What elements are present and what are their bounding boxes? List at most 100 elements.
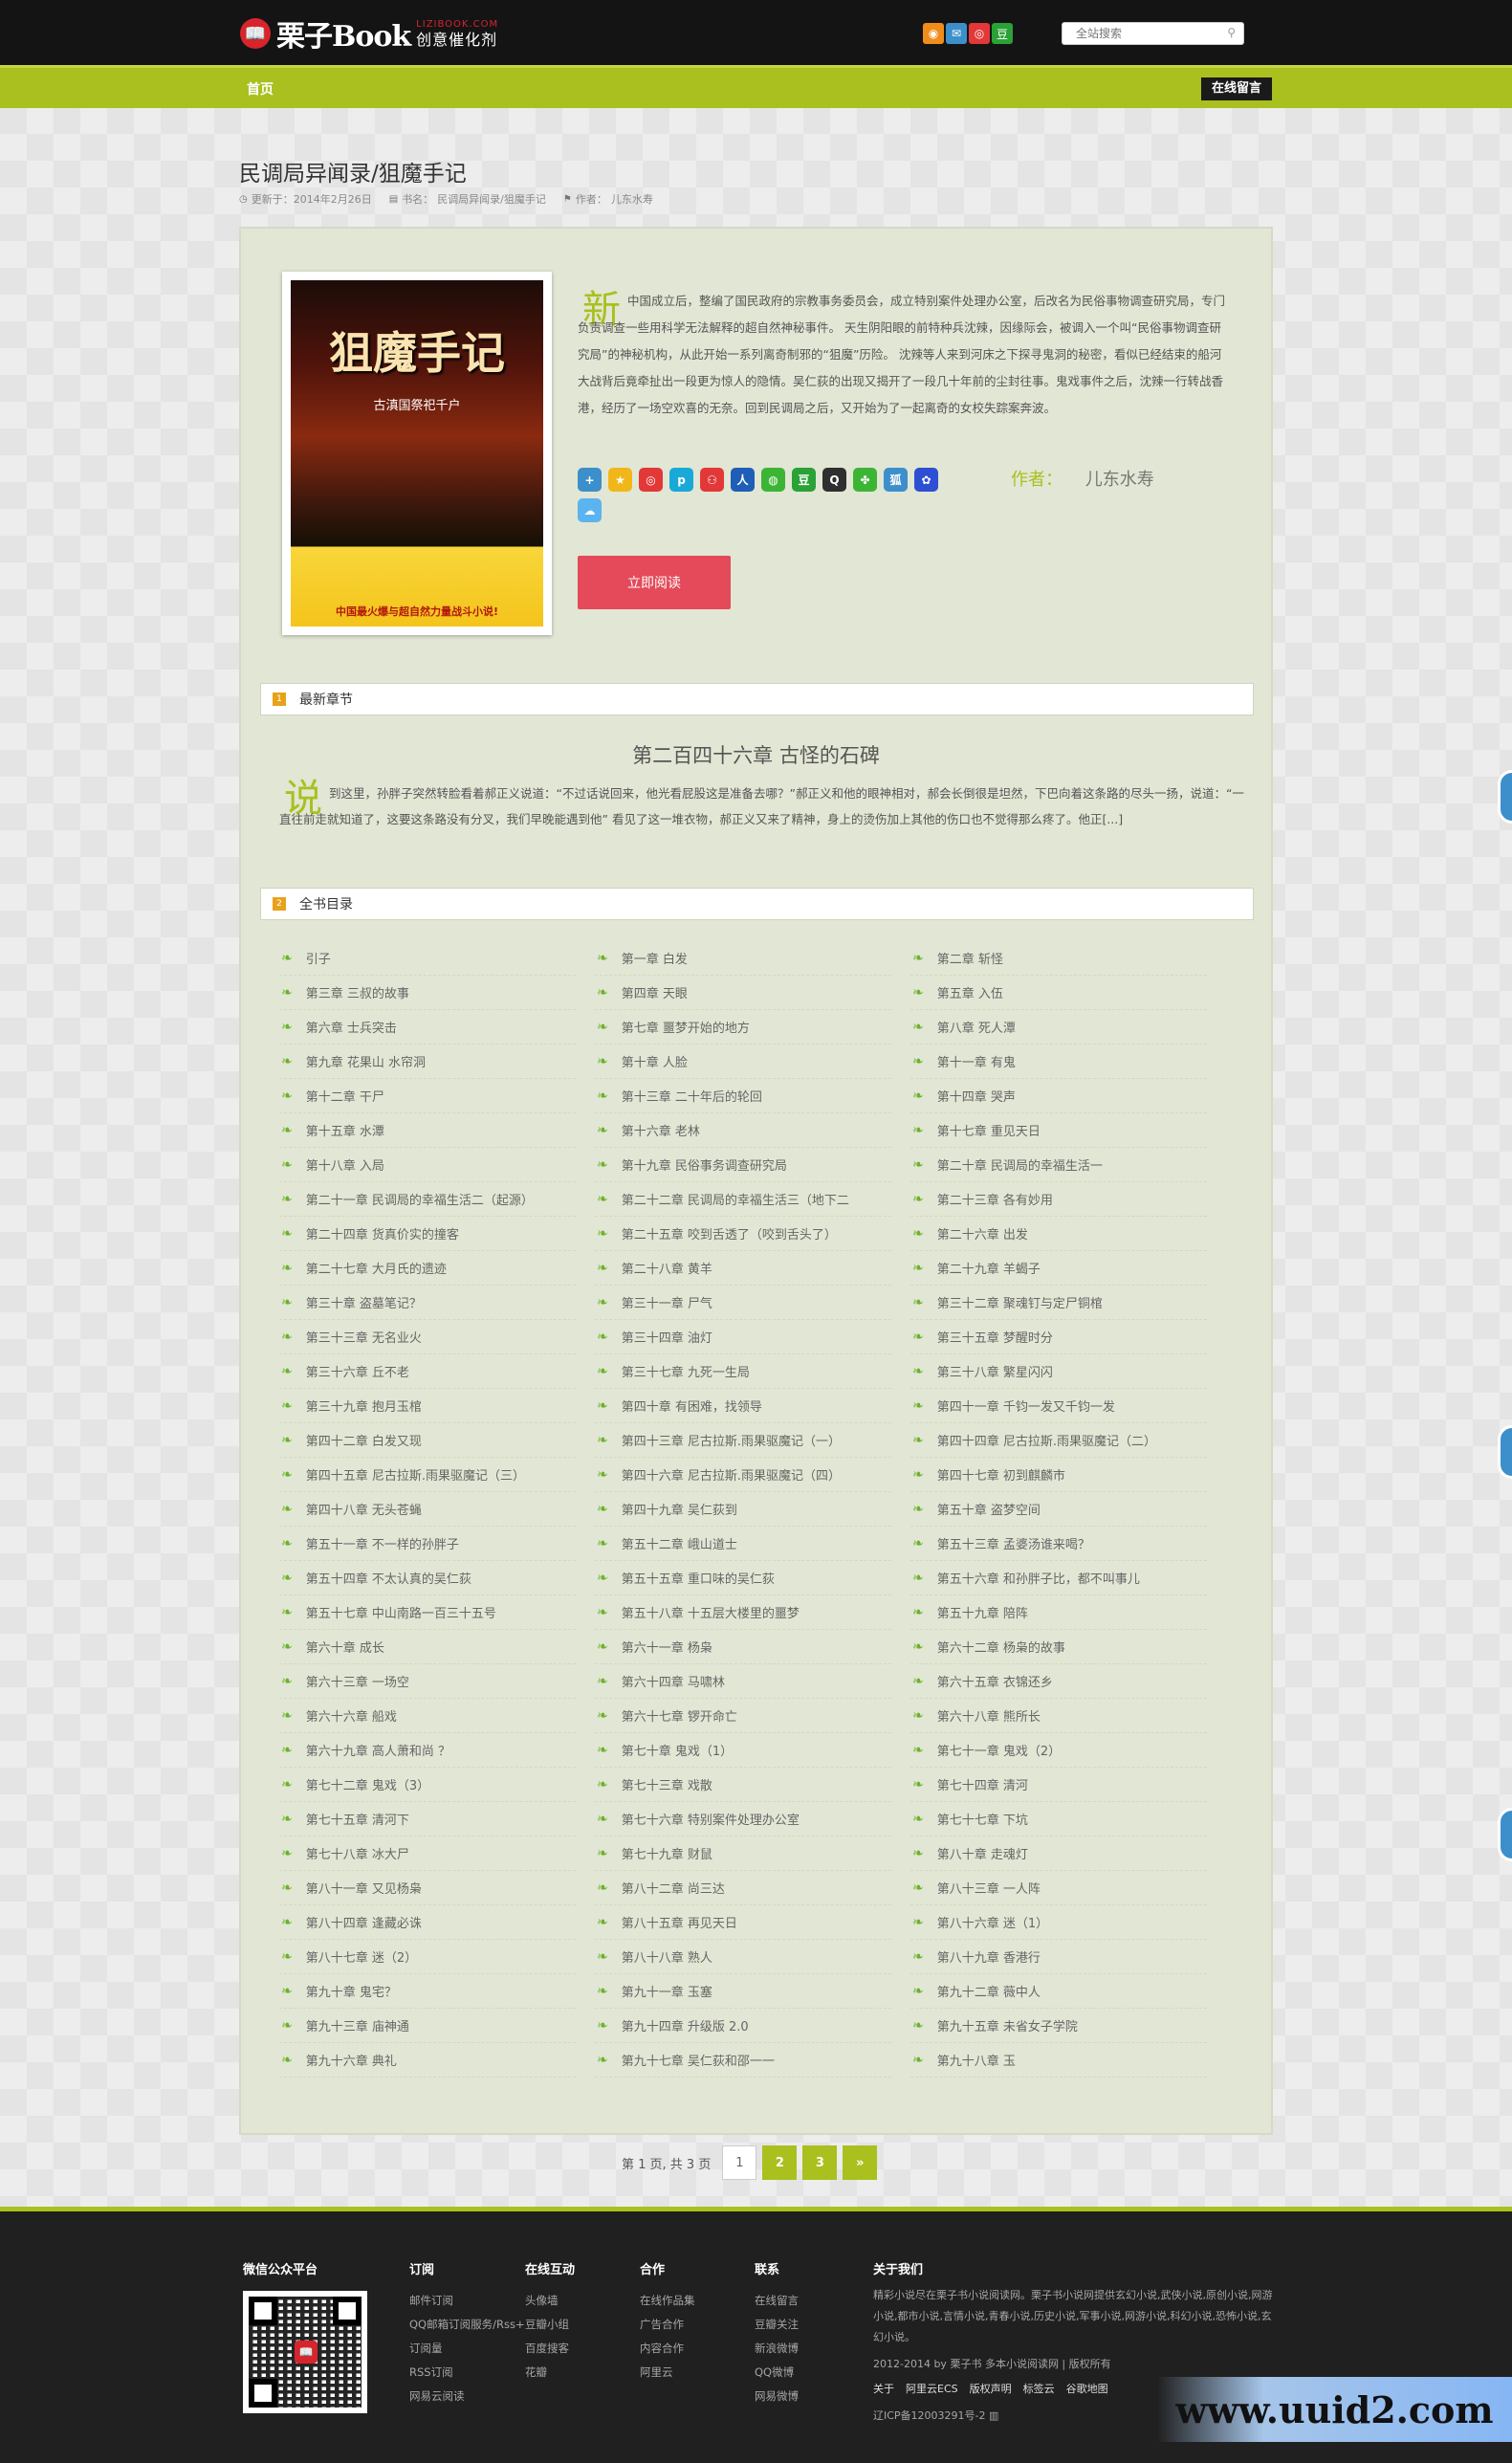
chapter-item[interactable]: ❧ 第四十八章 无头苍蝇 bbox=[279, 1492, 576, 1527]
footer-link[interactable]: 豆瓣关注 bbox=[755, 2313, 799, 2337]
chapter-item[interactable]: ❧ 第九十五章 未省女子学院 bbox=[910, 2009, 1207, 2043]
chapter-item[interactable]: ❧ 第八十八章 熟人 bbox=[595, 1940, 891, 1974]
share-plus-icon[interactable]: + bbox=[578, 468, 602, 492]
chapter-item[interactable]: ❧ 第五十七章 中山南路一百三十五号 bbox=[279, 1595, 576, 1630]
chapter-item[interactable]: ❧ 引子 bbox=[279, 941, 576, 976]
meta-author-link[interactable]: 儿东水寿 bbox=[611, 191, 653, 207]
chapter-item[interactable]: ❧ 第三十四章 油灯 bbox=[595, 1320, 891, 1354]
chapter-item[interactable]: ❧ 第六十二章 杨枭的故事 bbox=[910, 1630, 1207, 1664]
chapter-item[interactable]: ❧ 第三十八章 繁星闪闪 bbox=[910, 1354, 1207, 1389]
chapter-item[interactable]: ❧ 第九十六章 典礼 bbox=[279, 2043, 576, 2078]
chapter-item[interactable]: ❧ 第二十二章 民调局的幸福生活三（地下二 bbox=[595, 1182, 891, 1217]
chapter-item[interactable]: ❧ 第三十五章 梦醒时分 bbox=[910, 1320, 1207, 1354]
chapter-item[interactable]: ❧ 第五十九章 陪阵 bbox=[910, 1595, 1207, 1630]
chapter-item[interactable]: ❧ 第二十一章 民调局的幸福生活二（起源） bbox=[279, 1182, 576, 1217]
chapter-item[interactable]: ❧ 第三十二章 聚魂钉与定尸铜棺 bbox=[910, 1286, 1207, 1320]
chapter-item[interactable]: ❧ 第六章 士兵突击 bbox=[279, 1010, 576, 1045]
chapter-item[interactable]: ❧ 第七十四章 清河 bbox=[910, 1768, 1207, 1802]
search-input[interactable] bbox=[1063, 23, 1216, 44]
kaixin-icon[interactable]: ✤ bbox=[853, 468, 877, 492]
chapter-item[interactable]: ❧ 第五十二章 峨山道士 bbox=[595, 1527, 891, 1561]
renren-icon[interactable]: ⚇ bbox=[700, 468, 724, 492]
side-float-tab[interactable] bbox=[1498, 1425, 1512, 1479]
footer-bottom-link[interactable]: 关于 bbox=[873, 2381, 894, 2396]
latest-chapter-title[interactable]: 第二百四十六章 古怪的石碑 bbox=[241, 740, 1271, 769]
sohu-icon[interactable]: 狐 bbox=[884, 468, 908, 492]
footer-link[interactable]: 阿里云 bbox=[640, 2361, 695, 2385]
side-float-tab[interactable] bbox=[1498, 770, 1512, 824]
chapter-item[interactable]: ❧ 第五十三章 孟婆汤谁来喝？ bbox=[910, 1527, 1207, 1561]
chapter-item[interactable]: ❧ 第二十五章 咬到舌透了（咬到舌头了） bbox=[595, 1217, 891, 1251]
chapter-item[interactable]: ❧ 第四十章 有困难，找领导 bbox=[595, 1389, 891, 1423]
rss-icon[interactable]: ◉ bbox=[923, 23, 944, 44]
chapter-item[interactable]: ❧ 第八十章 走魂灯 bbox=[910, 1836, 1207, 1871]
chapter-item[interactable]: ❧ 第八十六章 迷（1） bbox=[910, 1905, 1207, 1940]
nav-home-link[interactable]: 首页 bbox=[247, 79, 274, 99]
chapter-item[interactable]: ❧ 第二十三章 各有妙用 bbox=[910, 1182, 1207, 1217]
footer-link[interactable]: QQ微博 bbox=[755, 2361, 799, 2385]
douban-share-icon[interactable]: 豆 bbox=[792, 468, 816, 492]
chapter-item[interactable]: ❧ 第二十章 民调局的幸福生活一 bbox=[910, 1148, 1207, 1182]
chapter-item[interactable]: ❧ 第七章 噩梦开始的地方 bbox=[595, 1010, 891, 1045]
chapter-item[interactable]: ❧ 第七十八章 冰大尸 bbox=[279, 1836, 576, 1871]
footer-link[interactable]: 在线作品集 bbox=[640, 2289, 695, 2313]
footer-link[interactable]: 在线留言 bbox=[755, 2289, 799, 2313]
people-icon[interactable]: 人 bbox=[731, 468, 755, 492]
douban-icon[interactable]: 豆 bbox=[992, 23, 1013, 44]
page-current[interactable]: 1 bbox=[722, 2145, 757, 2180]
qq-icon[interactable]: Q bbox=[822, 468, 846, 492]
chapter-item[interactable]: ❧ 第十六章 老林 bbox=[595, 1113, 891, 1148]
chapter-item[interactable]: ❧ 第十五章 水潭 bbox=[279, 1113, 576, 1148]
chapter-item[interactable]: ❧ 第七十五章 清河下 bbox=[279, 1802, 576, 1836]
footer-link[interactable]: 花瓣 bbox=[525, 2361, 575, 2385]
chapter-item[interactable]: ❧ 第八十五章 再见天日 bbox=[595, 1905, 891, 1940]
chapter-item[interactable]: ❧ 第八十二章 尚三达 bbox=[595, 1871, 891, 1905]
page-next-button[interactable]: » bbox=[843, 2145, 878, 2180]
chapter-item[interactable]: ❧ 第八十九章 香港行 bbox=[910, 1940, 1207, 1974]
chapter-item[interactable]: ❧ 第七十一章 鬼戏（2） bbox=[910, 1733, 1207, 1768]
chapter-item[interactable]: ❧ 第八十三章 一人阵 bbox=[910, 1871, 1207, 1905]
side-float-tab[interactable] bbox=[1498, 1808, 1512, 1861]
chapter-item[interactable]: ❧ 第七十二章 鬼戏（3） bbox=[279, 1768, 576, 1802]
chapter-item[interactable]: ❧ 第一章 白发 bbox=[595, 941, 891, 976]
chapter-item[interactable]: ❧ 第二十四章 货真价实的撞客 bbox=[279, 1217, 576, 1251]
footer-link[interactable]: 头像墙 bbox=[525, 2289, 575, 2313]
chapter-item[interactable]: ❧ 第二十七章 大月氏的遗迹 bbox=[279, 1251, 576, 1286]
chapter-item[interactable]: ❧ 第十章 人脸 bbox=[595, 1045, 891, 1079]
chapter-item[interactable]: ❧ 第九十三章 庙神通 bbox=[279, 2009, 576, 2043]
weibo-icon[interactable]: ◎ bbox=[969, 23, 990, 44]
chapter-item[interactable]: ❧ 第五十一章 不一样的孙胖子 bbox=[279, 1527, 576, 1561]
chapter-item[interactable]: ❧ 第十二章 干尸 bbox=[279, 1079, 576, 1113]
chapter-item[interactable]: ❧ 第二十九章 羊蝎子 bbox=[910, 1251, 1207, 1286]
chapter-item[interactable]: ❧ 第八十一章 又见杨枭 bbox=[279, 1871, 576, 1905]
footer-link[interactable]: 新浪微博 bbox=[755, 2337, 799, 2361]
chapter-item[interactable]: ❧ 第七十六章 特别案件处理办公室 bbox=[595, 1802, 891, 1836]
chapter-item[interactable]: ❧ 第七十九章 财鼠 bbox=[595, 1836, 891, 1871]
chapter-item[interactable]: ❧ 第四十三章 尼古拉斯.雨果驱魔记（一） bbox=[595, 1423, 891, 1458]
chapter-item[interactable]: ❧ 第六十五章 衣锦还乡 bbox=[910, 1664, 1207, 1699]
stats-icon[interactable]: ▥ bbox=[989, 2409, 998, 2422]
chapter-item[interactable]: ❧ 第二十八章 黄羊 bbox=[595, 1251, 891, 1286]
footer-bottom-link[interactable]: 标签云 bbox=[1023, 2381, 1055, 2396]
chapter-item[interactable]: ❧ 第五十八章 十五层大楼里的噩梦 bbox=[595, 1595, 891, 1630]
chapter-item[interactable]: ❧ 第九十二章 薇中人 bbox=[910, 1974, 1207, 2009]
qzone-icon[interactable]: ★ bbox=[608, 468, 632, 492]
chapter-item[interactable]: ❧ 第六十七章 锣开命亡 bbox=[595, 1699, 891, 1733]
chapter-item[interactable]: ❧ 第三十三章 无名业火 bbox=[279, 1320, 576, 1354]
chapter-item[interactable]: ❧ 第八十七章 迷（2） bbox=[279, 1940, 576, 1974]
chapter-item[interactable]: ❧ 第五十四章 不太认真的吴仁荻 bbox=[279, 1561, 576, 1595]
weibo-share-icon[interactable]: ◎ bbox=[639, 468, 663, 492]
chapter-item[interactable]: ❧ 第四章 天眼 bbox=[595, 976, 891, 1010]
chapter-item[interactable]: ❧ 第四十四章 尼古拉斯.雨果驱魔记（二） bbox=[910, 1423, 1207, 1458]
footer-link[interactable]: 豆瓣小组 bbox=[525, 2313, 575, 2337]
footer-bottom-link[interactable]: 谷歌地图 bbox=[1066, 2381, 1108, 2396]
footer-link[interactable]: 邮件订阅 bbox=[409, 2289, 525, 2313]
footer-link[interactable]: 内容合作 bbox=[640, 2337, 695, 2361]
tencent-weibo-icon[interactable]: p bbox=[669, 468, 693, 492]
chapter-item[interactable]: ❧ 第九章 花果山 水帘洞 bbox=[279, 1045, 576, 1079]
chapter-item[interactable]: ❧ 第四十九章 吴仁荻到 bbox=[595, 1492, 891, 1527]
chapter-item[interactable]: ❧ 第六十章 成长 bbox=[279, 1630, 576, 1664]
chapter-item[interactable]: ❧ 第五十章 盗梦空间 bbox=[910, 1492, 1207, 1527]
chapter-item[interactable]: ❧ 第六十四章 马啸林 bbox=[595, 1664, 891, 1699]
page-link[interactable]: 3 bbox=[802, 2145, 838, 2180]
